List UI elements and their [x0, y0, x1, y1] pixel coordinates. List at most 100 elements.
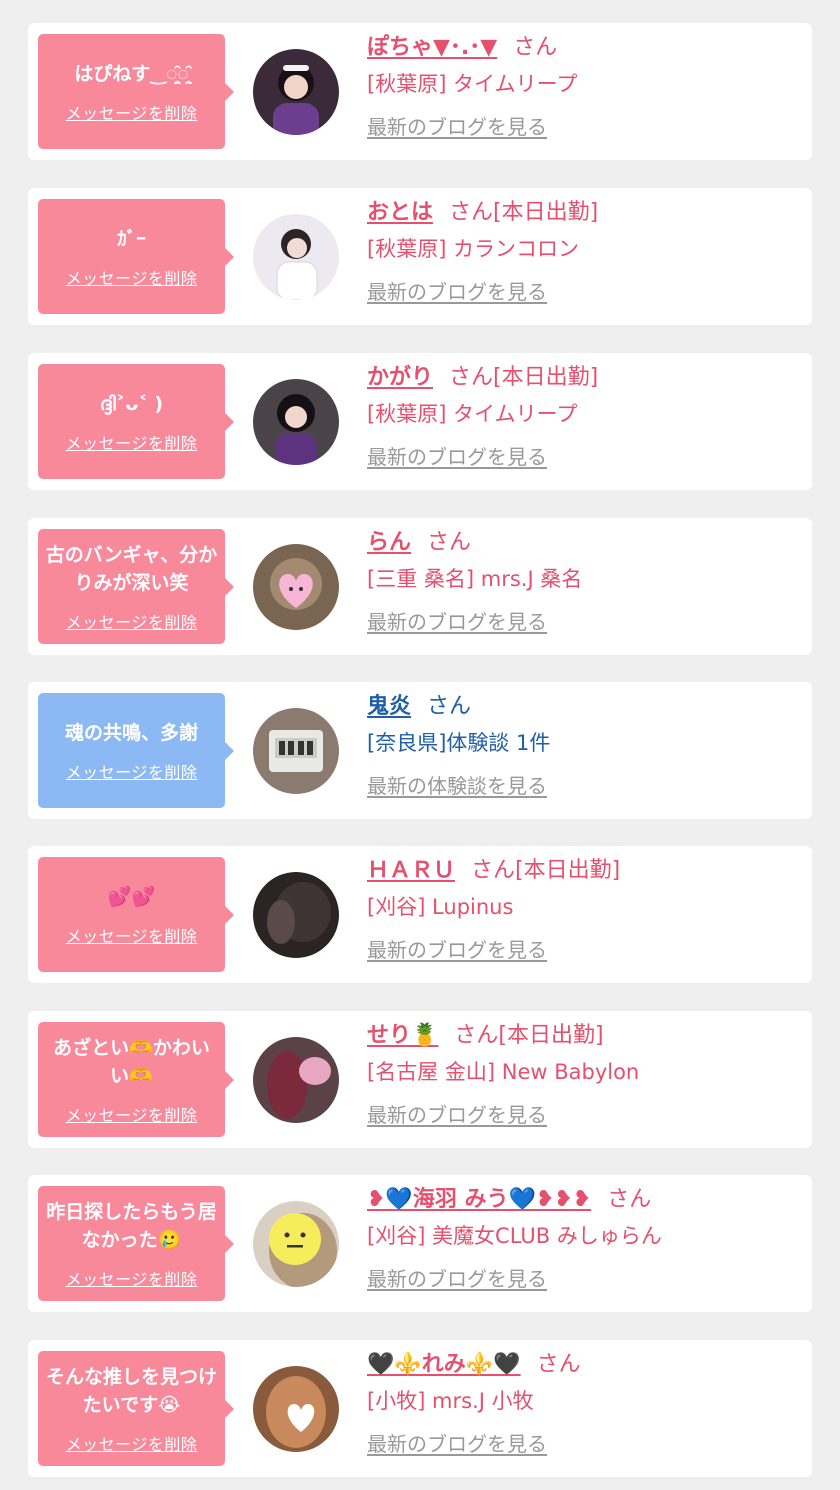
avatar[interactable]	[253, 544, 339, 630]
cast-name-link[interactable]: 鬼炎	[367, 694, 411, 719]
avatar[interactable]	[253, 1037, 339, 1123]
delete-message-link[interactable]: メッセージを削除	[66, 430, 198, 454]
latest-blog-link[interactable]: 最新のブログを見る	[367, 936, 547, 964]
message-card: 昨日探したらもう居なかった🥲 メッセージを削除 ❥💙海羽 みう💙❥❥❥ さん [刈…	[28, 1175, 812, 1312]
message-card: 魂の共鳴、多謝 メッセージを削除 鬼炎 さん [奈良県]体験談 1件 最新の体験談…	[28, 682, 812, 819]
name-suffix: さん	[513, 35, 558, 60]
message-bubble: ｶﾞｰ メッセージを削除	[38, 199, 234, 314]
name-suffix: さん	[607, 1187, 652, 1212]
girl-photo-icon	[253, 872, 339, 958]
name-suffix: さん[本日出勤]	[471, 858, 621, 883]
message-text: 昨日探したらもう居なかった🥲	[46, 1200, 217, 1251]
delete-message-link[interactable]: メッセージを削除	[66, 609, 198, 633]
shop-label: [秋葉原] カランコロン	[367, 237, 580, 261]
message-card: 💕💕 メッセージを削除 ＨＡＲＵ さん[本日出勤] [刈谷] Lupinus 最新…	[28, 846, 812, 983]
message-bubble: はぴねす‿◌̤͙̑◌̤͙̑ メッセージを削除	[38, 34, 234, 149]
delete-message-link[interactable]: メッセージを削除	[66, 923, 198, 947]
message-text: あざとい🫶かわいい🫶	[53, 1036, 210, 1087]
message-card: あざとい🫶かわいい🫶 メッセージを削除 せり🍍 さん[本日出勤] [名古屋 金山]…	[28, 1011, 812, 1148]
delete-message-link[interactable]: メッセージを削除	[66, 759, 198, 783]
message-text: 魂の共鳴、多謝	[64, 721, 198, 744]
shop-label: [刈谷] Lupinus	[367, 895, 514, 919]
latest-blog-link[interactable]: 最新のブログを見る	[367, 278, 547, 306]
latest-blog-link[interactable]: 最新のブログを見る	[367, 608, 547, 636]
latest-blog-link[interactable]: 最新のブログを見る	[367, 443, 547, 471]
card-info: ぽちゃ▼･.･▼ さん [秋葉原] タイムリープ 最新のブログを見る	[367, 33, 802, 141]
message-text: ｶﾞｰ	[117, 227, 146, 250]
latest-blog-link[interactable]: 最新のブログを見る	[367, 1430, 547, 1458]
shop-label: [名古屋 金山] New Babylon	[367, 1060, 640, 1084]
cast-name-link[interactable]: 🖤⚜️れみ⚜️🖤	[367, 1352, 521, 1377]
latest-blog-link[interactable]: 最新のブログを見る	[367, 1265, 547, 1293]
card-info: 鬼炎 さん [奈良県]体験談 1件 最新の体験談を見る	[367, 692, 802, 800]
avatar[interactable]	[253, 872, 339, 958]
avatar[interactable]	[253, 708, 339, 794]
delete-message-link[interactable]: メッセージを削除	[66, 1102, 198, 1126]
delete-message-link[interactable]: メッセージを削除	[66, 1431, 198, 1455]
cast-name-link[interactable]: ❥💙海羽 みう💙❥❥❥	[367, 1187, 591, 1212]
name-suffix: さん	[536, 1352, 581, 1377]
delete-message-link[interactable]: メッセージを削除	[66, 100, 198, 124]
cast-name-link[interactable]: らん	[367, 530, 411, 555]
message-text: そんな推しを見つけたいです😭	[45, 1365, 217, 1416]
message-card: ｶﾞｰ メッセージを削除 おとは さん[本日出勤] [秋葉原] カランコロン 最新…	[28, 188, 812, 325]
message-text: 💕💕	[107, 885, 156, 908]
cast-name-link[interactable]: ぽちゃ▼･.･▼	[367, 35, 497, 60]
clock-photo-icon	[253, 708, 339, 794]
avatar[interactable]	[253, 49, 339, 135]
girl-photo-icon	[253, 379, 339, 465]
message-text: ദ്ദി˃ᴗ˂ )	[99, 392, 164, 415]
shop-label: [刈谷] 美魔女CLUB みしゅらん	[367, 1224, 662, 1248]
name-suffix: さん[本日出勤]	[449, 200, 599, 225]
message-bubble: そんな推しを見つけたいです😭 メッセージを削除	[38, 1351, 234, 1466]
name-suffix: さん[本日出勤]	[454, 1023, 604, 1048]
message-bubble: 魂の共鳴、多謝 メッセージを削除	[38, 693, 234, 808]
girl-photo-icon	[253, 1201, 339, 1287]
message-list: はぴねす‿◌̤͙̑◌̤͙̑ メッセージを削除 ぽちゃ▼･.･▼ さん [秋葉原] …	[0, 0, 840, 1490]
shop-label: [奈良県]体験談 1件	[367, 731, 551, 755]
message-text: はぴねす‿◌̤͙̑◌̤͙̑	[74, 62, 189, 85]
message-bubble: 昨日探したらもう居なかった🥲 メッセージを削除	[38, 1186, 234, 1301]
avatar[interactable]	[253, 1366, 339, 1452]
card-info: らん さん [三重 桑名] mrs.J 桑名 最新のブログを見る	[367, 528, 802, 636]
card-info: 🖤⚜️れみ⚜️🖤 さん [小牧] mrs.J 小牧 最新のブログを見る	[367, 1350, 802, 1458]
message-card: ദ്ദി˃ᴗ˂ ) メッセージを削除 かがり さん[本日出勤] [秋葉原] タイム…	[28, 353, 812, 490]
avatar[interactable]	[253, 1201, 339, 1287]
card-info: ＨＡＲＵ さん[本日出勤] [刈谷] Lupinus 最新のブログを見る	[367, 856, 802, 964]
cast-name-link[interactable]: かがり	[367, 365, 433, 390]
cast-name-link[interactable]: せり🍍	[367, 1023, 438, 1048]
message-card: 古のバンギャ、分かりみが深い笑 メッセージを削除 らん さん [三重 桑名] mr…	[28, 518, 812, 655]
girl-photo-icon	[253, 214, 339, 300]
shop-label: [秋葉原] タイムリープ	[367, 402, 578, 426]
message-card: そんな推しを見つけたいです😭 メッセージを削除 🖤⚜️れみ⚜️🖤 さん [小牧] …	[28, 1340, 812, 1477]
cast-name-link[interactable]: おとは	[367, 200, 433, 225]
message-bubble: 💕💕 メッセージを削除	[38, 857, 234, 972]
avatar[interactable]	[253, 214, 339, 300]
girl-photo-icon	[253, 1366, 339, 1452]
message-bubble: あざとい🫶かわいい🫶 メッセージを削除	[38, 1022, 234, 1137]
card-info: せり🍍 さん[本日出勤] [名古屋 金山] New Babylon 最新のブログを…	[367, 1021, 802, 1129]
message-bubble: ദ്ദി˃ᴗ˂ ) メッセージを削除	[38, 364, 234, 479]
avatar[interactable]	[253, 379, 339, 465]
delete-message-link[interactable]: メッセージを削除	[66, 265, 198, 289]
card-info: ❥💙海羽 みう💙❥❥❥ さん [刈谷] 美魔女CLUB みしゅらん 最新のブログを…	[367, 1185, 802, 1293]
girl-photo-icon	[253, 1037, 339, 1123]
message-text: 古のバンギャ、分かりみが深い笑	[45, 543, 218, 594]
name-suffix: さん[本日出勤]	[449, 365, 599, 390]
message-bubble: 古のバンギャ、分かりみが深い笑 メッセージを削除	[38, 529, 234, 644]
shop-label: [小牧] mrs.J 小牧	[367, 1389, 534, 1413]
cast-name-link[interactable]: ＨＡＲＵ	[367, 858, 455, 883]
card-info: かがり さん[本日出勤] [秋葉原] タイムリープ 最新のブログを見る	[367, 363, 802, 471]
girl-photo-icon	[253, 544, 339, 630]
girl-photo-icon	[253, 49, 339, 135]
delete-message-link[interactable]: メッセージを削除	[66, 1266, 198, 1290]
name-suffix: さん	[427, 694, 472, 719]
latest-review-link[interactable]: 最新の体験談を見る	[367, 772, 547, 800]
shop-label: [三重 桑名] mrs.J 桑名	[367, 567, 583, 591]
name-suffix: さん	[427, 530, 472, 555]
latest-blog-link[interactable]: 最新のブログを見る	[367, 1101, 547, 1129]
card-info: おとは さん[本日出勤] [秋葉原] カランコロン 最新のブログを見る	[367, 198, 802, 306]
message-card: はぴねす‿◌̤͙̑◌̤͙̑ メッセージを削除 ぽちゃ▼･.･▼ さん [秋葉原] …	[28, 23, 812, 160]
latest-blog-link[interactable]: 最新のブログを見る	[367, 113, 547, 141]
shop-label: [秋葉原] タイムリープ	[367, 72, 578, 96]
